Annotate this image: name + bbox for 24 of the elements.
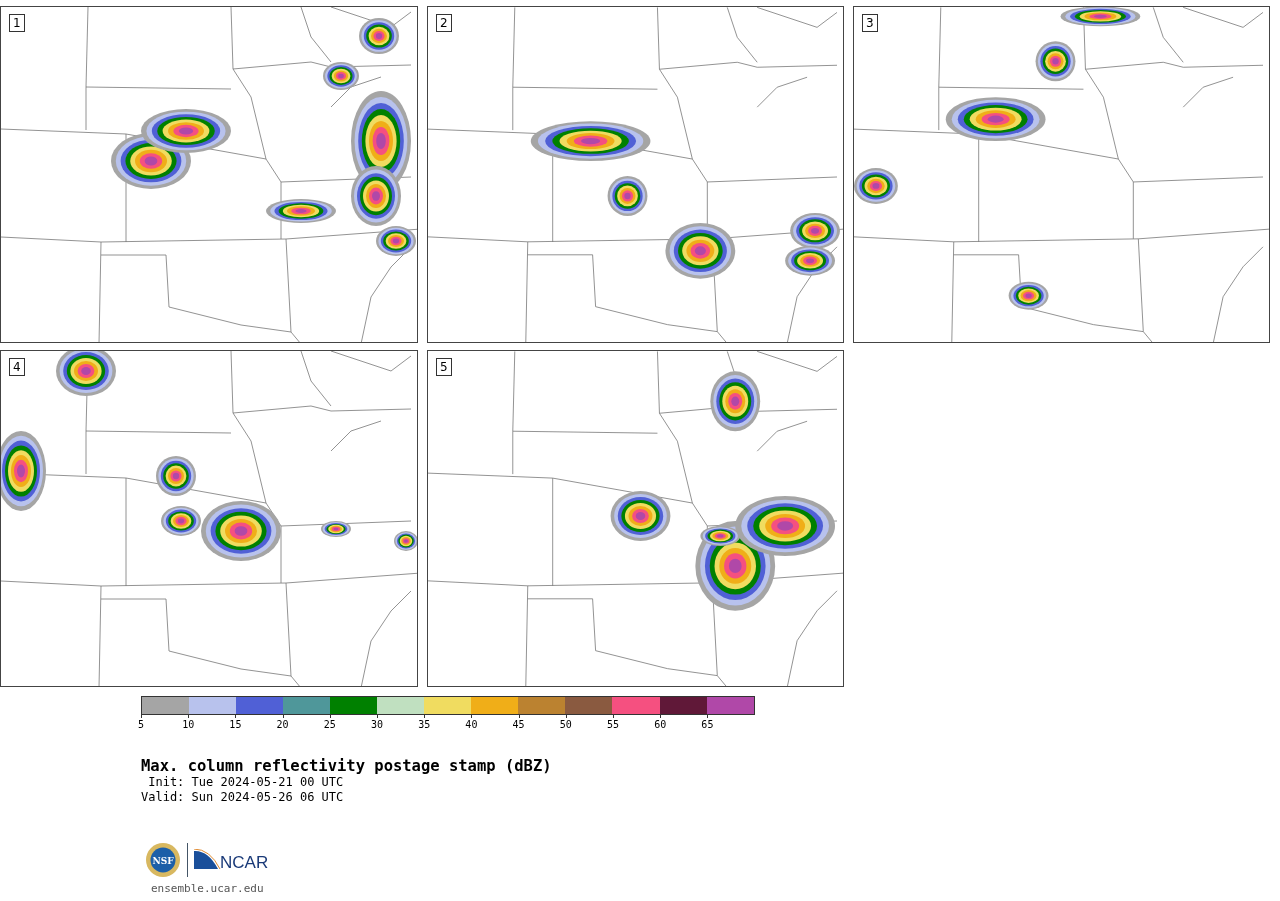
tick-label: 20 (276, 719, 289, 731)
panel-number: 2 (436, 14, 452, 32)
tick-label: 10 (182, 719, 195, 731)
tick-label: 15 (229, 719, 242, 731)
tick-label: 30 (371, 719, 383, 731)
tick-label: 65 (701, 719, 714, 731)
tick-label: 55 (607, 719, 619, 731)
init-time: Init: Tue 2024-05-21 00 UTC (147, 775, 345, 790)
valid-time: Valid: Sun 2024-05-26 06 UTC (141, 790, 345, 805)
panel-number: 3 (862, 14, 878, 32)
panel-number: 5 (436, 358, 452, 376)
tick-label: 60 (654, 719, 667, 731)
panel-number: 4 (9, 358, 25, 376)
tick-label: 50 (559, 719, 572, 731)
ncar-logo: NCAR (194, 849, 268, 871)
tick-label: 35 (418, 719, 431, 731)
tick-label: 40 (465, 719, 478, 731)
tick-label: 45 (512, 719, 525, 731)
website-url: ensemble.ucar.edu (151, 882, 265, 895)
chart-title: Max. column reflectivity postage stamp (dBZ) (141, 757, 553, 775)
panel-number: 1 (9, 14, 25, 32)
tick-label: 25 (323, 719, 336, 731)
nsf-logo: NSF (145, 842, 181, 878)
tick-label: 5 (138, 719, 144, 731)
